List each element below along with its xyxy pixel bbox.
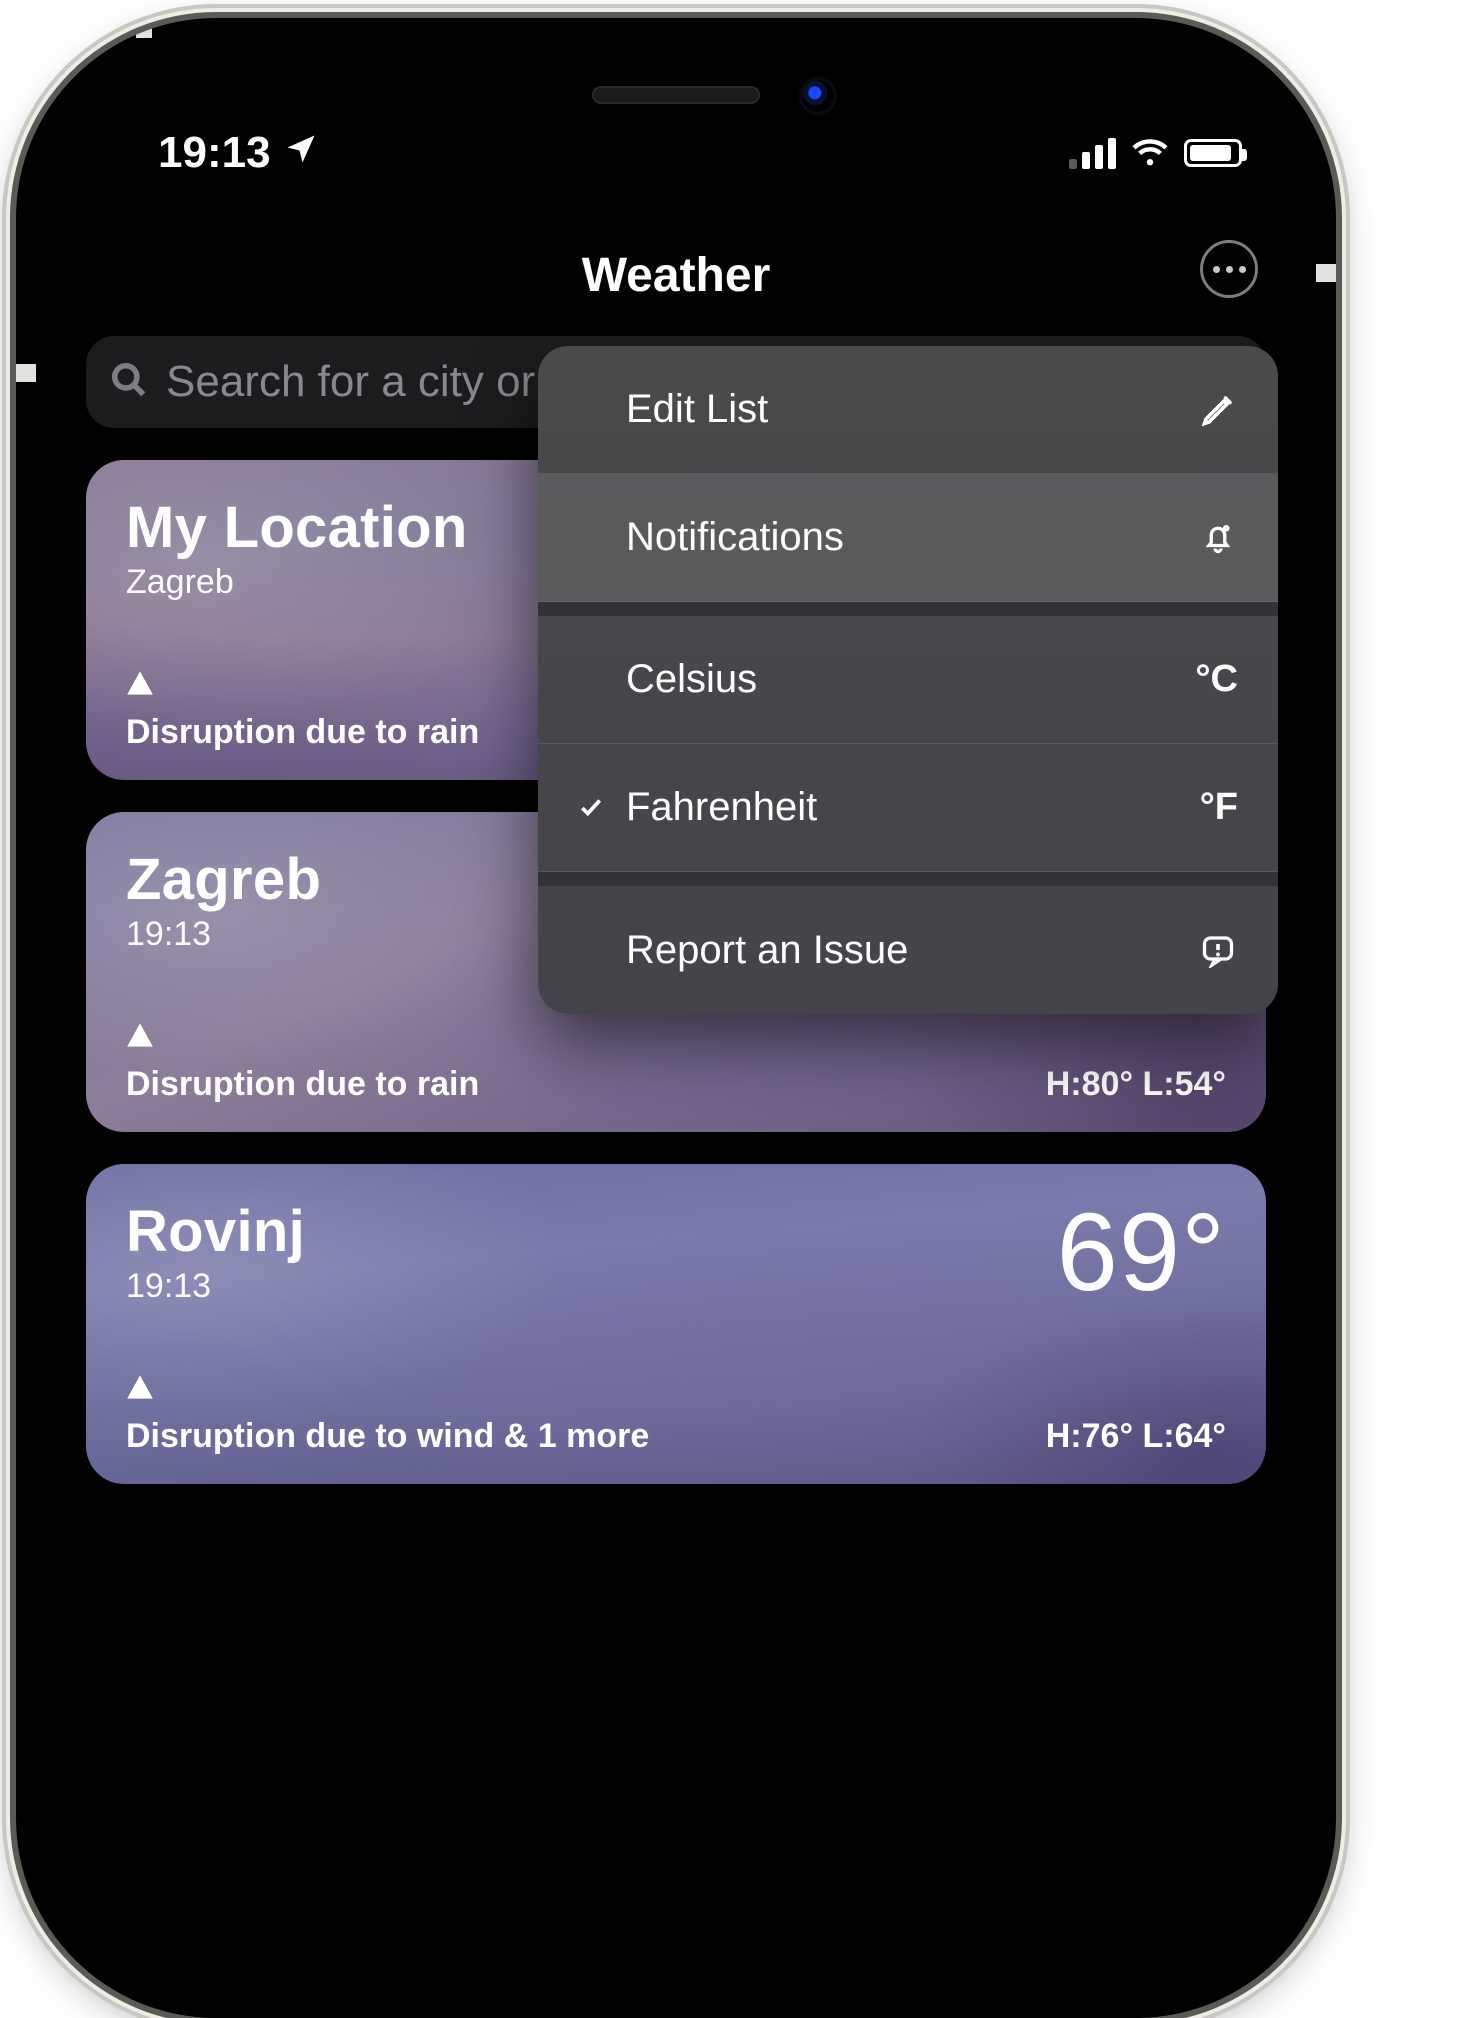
- weather-card-rovinj[interactable]: Rovinj 19:13 69° Disruption due to wind …: [86, 1164, 1266, 1484]
- bell-icon: [1198, 518, 1238, 558]
- report-icon: [1198, 930, 1238, 970]
- menu-separator: [538, 602, 1278, 616]
- card-alert-text: Disruption due to rain: [126, 713, 479, 752]
- card-high-low: H:80° L:54°: [1046, 1065, 1226, 1104]
- alert-icon: [126, 666, 479, 705]
- screen: 19:13 Weather: [38, 40, 1314, 1996]
- card-high-low: H:76° L:64°: [1046, 1417, 1226, 1456]
- pencil-icon: [1198, 390, 1238, 430]
- card-title: Zagreb: [126, 846, 321, 913]
- card-alert-text: Disruption due to wind & 1 more: [126, 1417, 649, 1456]
- more-options-button[interactable]: [1200, 240, 1258, 298]
- alert-icon: [126, 1370, 649, 1409]
- speaker-grille: [592, 86, 760, 104]
- menu-fahrenheit[interactable]: Fahrenheit °F: [538, 744, 1278, 872]
- card-subtitle: 19:13: [126, 1267, 305, 1306]
- antenna-band: [16, 364, 36, 382]
- celsius-symbol: °C: [1195, 658, 1238, 701]
- check-icon: [578, 785, 608, 830]
- page-title: Weather: [582, 249, 771, 302]
- status-time: 19:13: [158, 128, 271, 178]
- antenna-band: [136, 18, 152, 38]
- menu-label: Edit List: [626, 387, 768, 432]
- antenna-band: [1316, 264, 1336, 282]
- menu-notifications[interactable]: Notifications: [538, 474, 1278, 602]
- menu-label: Notifications: [626, 515, 844, 560]
- menu-celsius[interactable]: Celsius °C: [538, 616, 1278, 744]
- wifi-icon: [1130, 135, 1170, 172]
- status-bar: 19:13: [38, 128, 1314, 178]
- battery-icon: [1184, 139, 1242, 167]
- nav-header: Weather: [38, 248, 1314, 303]
- menu-label: Report an Issue: [626, 928, 908, 973]
- ellipsis-icon: [1213, 266, 1246, 273]
- options-menu: Edit List Notifications Celsius °C Fahre…: [538, 346, 1278, 1014]
- card-title: My Location: [126, 494, 468, 561]
- card-subtitle: Zagreb: [126, 563, 468, 602]
- menu-label: Fahrenheit: [626, 785, 817, 830]
- search-icon: [110, 361, 148, 404]
- alert-icon: [126, 1018, 479, 1057]
- card-title: Rovinj: [126, 1198, 305, 1265]
- phone-frame: 19:13 Weather: [16, 18, 1336, 2018]
- card-subtitle: 19:13: [126, 915, 321, 954]
- card-alert-text: Disruption due to rain: [126, 1065, 479, 1104]
- cellular-signal-icon: [1069, 137, 1116, 169]
- location-arrow-icon: [283, 128, 319, 178]
- card-temp: 69°: [1057, 1198, 1226, 1308]
- menu-edit-list[interactable]: Edit List: [538, 346, 1278, 474]
- menu-label: Celsius: [626, 657, 757, 702]
- menu-separator: [538, 872, 1278, 886]
- fahrenheit-symbol: °F: [1200, 786, 1238, 829]
- front-camera: [802, 80, 834, 112]
- antenna-band: [1270, 18, 1286, 38]
- menu-report-issue[interactable]: Report an Issue: [538, 886, 1278, 1014]
